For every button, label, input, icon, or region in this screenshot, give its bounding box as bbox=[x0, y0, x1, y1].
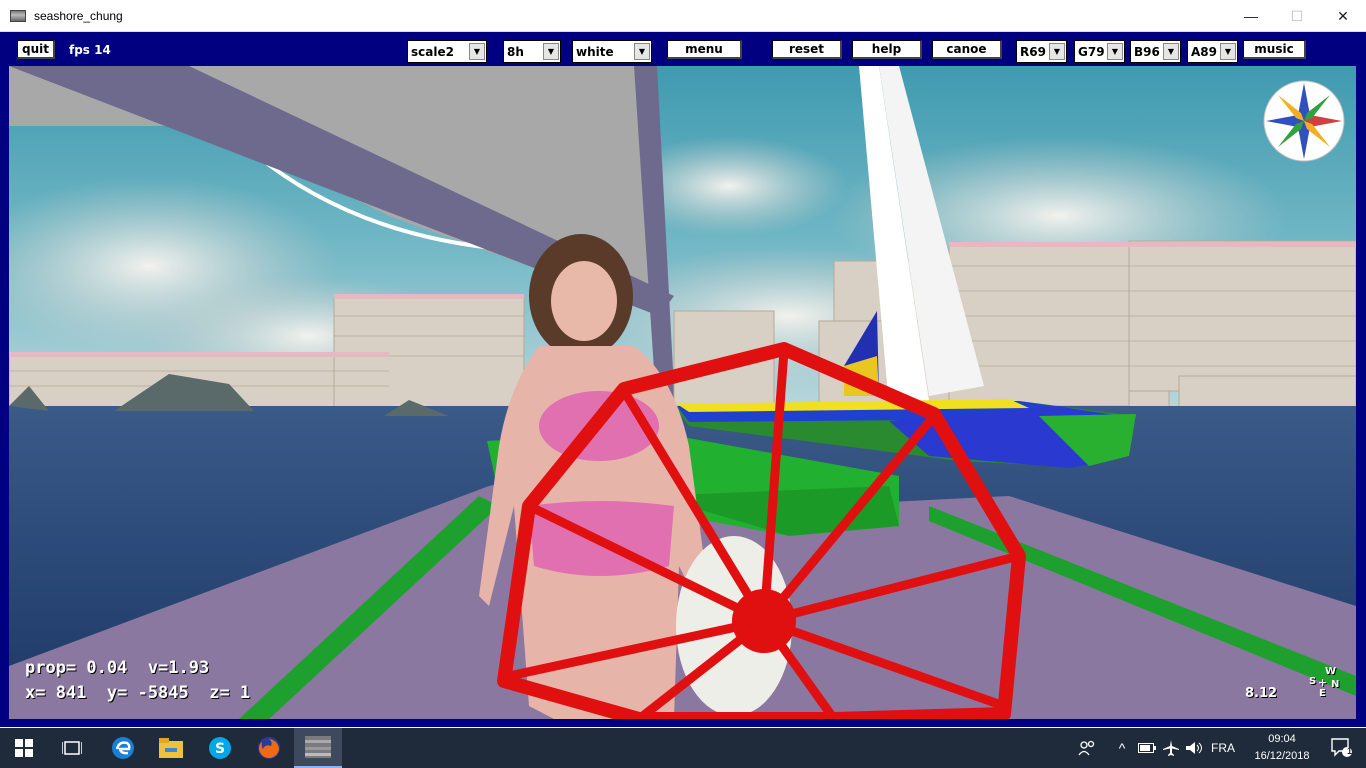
hud-propulsion: prop= 0.04 v=1.93 bbox=[25, 658, 210, 678]
skype-icon[interactable]: S bbox=[196, 728, 244, 768]
volume-icon[interactable] bbox=[1184, 728, 1206, 768]
clock-date: 16/12/2018 bbox=[1254, 750, 1310, 762]
green-value: G79 bbox=[1078, 44, 1105, 59]
notification-count: 1 bbox=[1347, 746, 1353, 756]
taskbar-clock[interactable]: 09:04 16/12/2018 bbox=[1246, 731, 1318, 765]
alpha-value: A89 bbox=[1191, 44, 1217, 59]
chevron-down-icon: ▼ bbox=[469, 43, 485, 60]
chevron-down-icon: ▼ bbox=[543, 43, 559, 60]
canoe-button[interactable]: canoe bbox=[932, 40, 1002, 59]
close-button[interactable]: ✕ bbox=[1320, 0, 1366, 32]
people-icon[interactable] bbox=[1074, 728, 1100, 768]
chevron-down-icon: ▼ bbox=[1163, 43, 1179, 60]
chevron-down-icon: ▼ bbox=[634, 43, 650, 60]
quit-button[interactable]: quit bbox=[17, 40, 55, 59]
compass-n-label: N bbox=[1331, 679, 1340, 690]
minimize-button[interactable]: — bbox=[1228, 0, 1274, 32]
compass-e-label: E bbox=[1319, 688, 1326, 699]
red-select[interactable]: R69 ▼ bbox=[1016, 40, 1067, 63]
windows-start-icon[interactable] bbox=[0, 728, 48, 768]
file-explorer-icon[interactable] bbox=[147, 728, 195, 768]
task-view-icon[interactable] bbox=[48, 728, 96, 768]
blue-select[interactable]: B96 ▼ bbox=[1130, 40, 1181, 63]
chevron-down-icon: ▼ bbox=[1220, 43, 1236, 60]
scale-select[interactable]: scale2 ▼ bbox=[407, 40, 487, 63]
help-button[interactable]: help bbox=[852, 40, 922, 59]
firefox-icon[interactable] bbox=[245, 728, 293, 768]
scene-viewport[interactable]: prop= 0.04 v=1.93 x= 841 y= -5845 z= 1 8… bbox=[9, 66, 1356, 719]
scale-value: scale2 bbox=[411, 44, 454, 59]
green-select[interactable]: G79 ▼ bbox=[1074, 40, 1125, 63]
battery-icon[interactable] bbox=[1136, 728, 1158, 768]
alpha-select[interactable]: A89 ▼ bbox=[1187, 40, 1238, 63]
time-value: 8h bbox=[507, 44, 524, 59]
chevron-up-icon[interactable]: ^ bbox=[1112, 728, 1132, 768]
reset-button[interactable]: reset bbox=[772, 40, 842, 59]
action-center-icon[interactable]: 1 bbox=[1318, 728, 1366, 768]
airplane-mode-icon[interactable] bbox=[1160, 728, 1182, 768]
blue-value: B96 bbox=[1134, 44, 1160, 59]
scene-render bbox=[9, 66, 1356, 719]
edge-icon[interactable] bbox=[99, 728, 147, 768]
maximize-button[interactable]: ☐ bbox=[1274, 0, 1320, 32]
hud-zoom: 8.12 bbox=[1245, 686, 1278, 701]
taskbar: S ^ FRA 09:04 16/12/2018 1 bbox=[0, 728, 1366, 768]
fps-readout: fps 14 bbox=[69, 43, 111, 57]
red-value: R69 bbox=[1020, 44, 1046, 59]
music-button[interactable]: music bbox=[1243, 40, 1306, 59]
time-select[interactable]: 8h ▼ bbox=[503, 40, 561, 63]
compass-rose-icon bbox=[1263, 80, 1345, 162]
hud-position: x= 841 y= -5845 z= 1 bbox=[25, 683, 251, 703]
color-value: white bbox=[576, 44, 614, 59]
window-title: seashore_chung bbox=[34, 8, 123, 23]
language-indicator[interactable]: FRA bbox=[1208, 728, 1238, 768]
svg-text:S: S bbox=[215, 741, 225, 757]
chevron-down-icon: ▼ bbox=[1107, 43, 1123, 60]
chevron-down-icon: ▼ bbox=[1049, 43, 1065, 60]
seashore-app-icon[interactable] bbox=[294, 728, 342, 768]
clock-time: 09:04 bbox=[1268, 733, 1296, 745]
mini-compass-icon: W S + N E bbox=[1307, 666, 1347, 706]
compass-s-label: S bbox=[1309, 676, 1317, 687]
app-icon bbox=[10, 9, 26, 22]
window-title-bar: seashore_chung — ☐ ✕ bbox=[0, 0, 1366, 32]
color-select[interactable]: white ▼ bbox=[572, 40, 652, 63]
menu-button[interactable]: menu bbox=[667, 40, 742, 59]
